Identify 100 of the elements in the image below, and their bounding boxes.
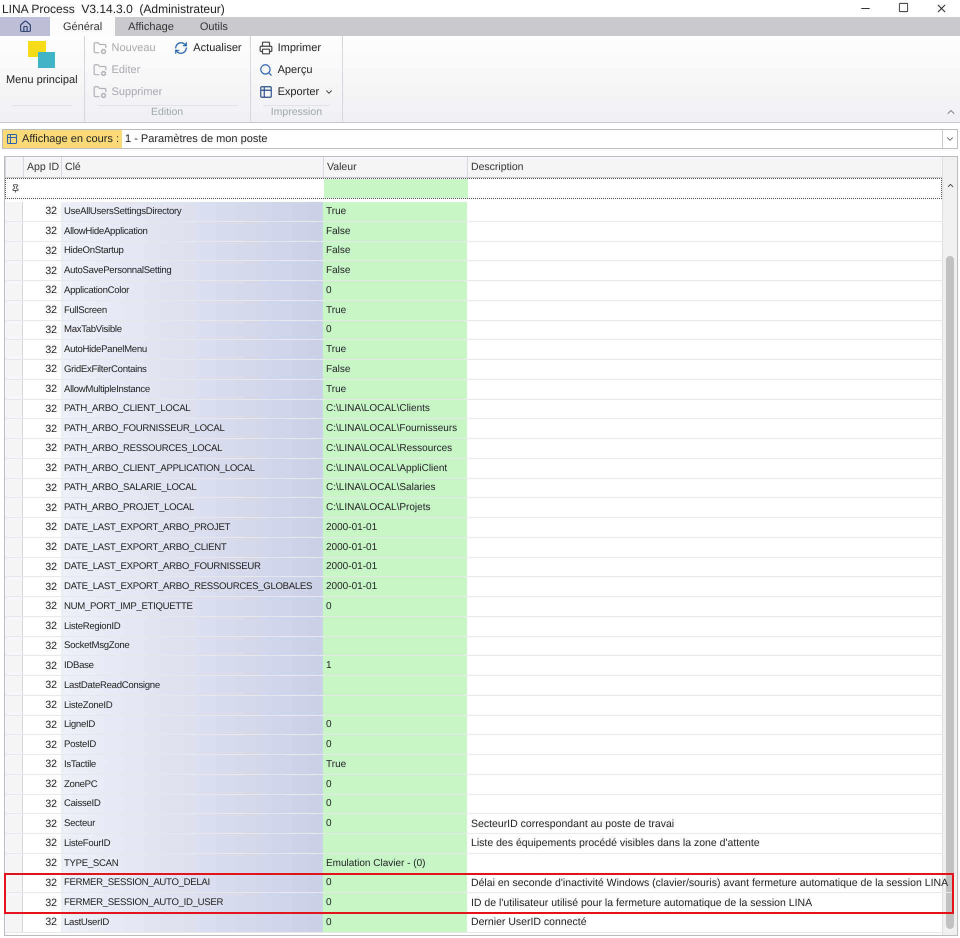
row-header[interactable]: [5, 874, 23, 892]
table-cell: PATH_ARBO_SALARIE_LOCAL: [61, 478, 323, 498]
table-cell: ZonePC: [61, 774, 323, 794]
table-row[interactable]: 32 IDBase 1: [5, 656, 942, 676]
table-cell: LastDateReadConsigne: [61, 676, 323, 695]
refresh-icon: [174, 41, 188, 55]
table-cell-text: Dernier UserID connecté: [470, 915, 588, 930]
table-cell: ApplicationColor: [61, 281, 323, 300]
ribbon-tab[interactable]: Affichage: [115, 17, 187, 36]
table-row[interactable]: 32 FullScreen True: [5, 300, 942, 320]
table-row[interactable]: 32 IsTactile True: [5, 755, 942, 775]
filter-row[interactable]: [5, 178, 942, 199]
table-cell: GridExFilterContains: [61, 360, 323, 379]
table-cell: DATE_LAST_EXPORT_ARBO_PROJET: [61, 518, 323, 537]
table-cell: 0: [323, 774, 467, 794]
table-cell: 2000-01-01: [323, 577, 467, 596]
table-cell-text: 32: [44, 718, 58, 733]
table-row[interactable]: 32 PATH_ARBO_PROJET_LOCAL C:\LINA\LOCAL\Projets: [5, 498, 942, 518]
table-row[interactable]: 32 DATE_LAST_EXPORT_ARBO_FOURNISSEUR 2000-01-01: [5, 558, 942, 578]
row-header[interactable]: [5, 913, 23, 932]
table-cell: C:\LINA\LOCAL\Ressources: [323, 439, 467, 458]
table-row[interactable]: 32 MaxTabVisible 0: [5, 320, 942, 340]
folder-icon: [92, 41, 107, 55]
table-row[interactable]: 32 PATH_ARBO_SALARIE_LOCAL C:\LINA\LOCAL\Salaries: [5, 478, 942, 498]
close-icon[interactable]: [935, 2, 948, 15]
table-row[interactable]: 32 FERMER_SESSION_AUTO_DELAI 0 Délai en seconde d'inactivité Windows (clavier/souris) avant fermeture automatique de la session LINA: [5, 874, 953, 894]
table-cell: True: [323, 340, 467, 359]
table-cell: AutoHidePanelMenu: [61, 340, 323, 359]
table-cell: AllowHideApplication: [61, 222, 323, 240]
table-cell-text: 32: [44, 796, 58, 812]
ribbon-button[interactable]: Aperçu: [254, 60, 338, 80]
ribbon-button[interactable]: Imprimer: [254, 38, 338, 58]
table-cell: FERMER_SESSION_AUTO_ID_USER: [61, 893, 323, 912]
table-row[interactable]: 32 GridExFilterContains False: [5, 360, 942, 380]
printer-icon: [258, 41, 273, 55]
main-menu-button[interactable]: Menu principal: [4, 38, 80, 105]
table-row[interactable]: 32 DATE_LAST_EXPORT_ARBO_CLIENT 2000-01-01: [5, 538, 942, 558]
table-cell: PATH_ARBO_PROJET_LOCAL: [61, 498, 323, 517]
table-cell-text: 32: [44, 480, 58, 496]
table-cell: False: [323, 360, 467, 379]
table-cell: PATH_ARBO_FOURNISSEUR_LOCAL: [61, 419, 323, 438]
table-row[interactable]: 32 PATH_ARBO_FOURNISSEUR_LOCAL C:\LINA\LOCAL\Fournisseurs: [5, 419, 942, 439]
table-cell-text: ID de l'utilisateur utilisé pour la fermeture automatique de la session LINA: [470, 896, 814, 911]
logo-icon: [26, 40, 57, 70]
table-row[interactable]: 32 DATE_LAST_EXPORT_ARBO_RESSOURCES_GLOBALES 2000-01-01: [5, 577, 942, 597]
maximize-icon[interactable]: [898, 2, 909, 13]
table-cell: C:\LINA\LOCAL\Projets: [323, 498, 467, 517]
table-row[interactable]: 32 ListeFourID Liste des équipements procédé visibles dans la zone d'attente: [5, 834, 942, 854]
table-cell-text: 32: [44, 204, 58, 220]
column-header[interactable]: Clé: [61, 157, 323, 177]
table-cell: 0: [323, 735, 467, 754]
table-cell: DATE_LAST_EXPORT_ARBO_CLIENT: [61, 538, 323, 556]
scroll-up-icon[interactable]: [946, 181, 954, 190]
table-row[interactable]: 32 AllowMultipleInstance True: [5, 380, 942, 400]
table-row[interactable]: 32 NUM_PORT_IMP_ETIQUETTE 0: [5, 597, 942, 617]
export-menu-button[interactable]: Exporter: [254, 82, 338, 102]
table-row[interactable]: 32 PATH_ARBO_RESSOURCES_LOCAL C:\LINA\LOCAL\Ressources: [5, 439, 942, 459]
table-row[interactable]: 32 Secteur 0 SecteurID correspondant au poste de travai: [5, 814, 942, 834]
table-row[interactable]: 32 AutoHidePanelMenu True: [5, 340, 942, 360]
table-cell-text: 32: [44, 816, 58, 832]
table-row[interactable]: 32 SocketMsgZone: [5, 636, 942, 656]
table-row[interactable]: 32 ListeZoneID: [5, 696, 942, 716]
table-cell: DATE_LAST_EXPORT_ARBO_FOURNISSEUR: [61, 558, 323, 576]
table-cell: DATE_LAST_EXPORT_ARBO_RESSOURCES_GLOBALES: [61, 577, 323, 596]
row-header[interactable]: [5, 893, 23, 912]
table-row[interactable]: 32 ApplicationColor 0: [5, 281, 942, 301]
column-header[interactable]: Valeur: [323, 157, 467, 177]
table-row[interactable]: 32 LastDateReadConsigne: [5, 676, 942, 696]
table-cell: UseAllUsersSettingsDirectory: [61, 202, 323, 221]
table-row[interactable]: 32 AllowHideApplication False: [5, 222, 942, 242]
table-row[interactable]: 32 PATH_ARBO_CLIENT_APPLICATION_LOCAL C:\LINA\LOCAL\AppliClient: [5, 458, 942, 478]
table-row[interactable]: 32 AutoSavePersonnalSetting False: [5, 261, 942, 281]
table-row[interactable]: 32 PATH_ARBO_CLIENT_LOCAL C:\LINA\LOCAL\Clients: [5, 400, 942, 420]
table-cell-text: 32: [44, 856, 58, 872]
table-cell: LastUserID: [61, 913, 323, 932]
table-row[interactable]: 32 UseAllUsersSettingsDirectory True: [5, 202, 942, 222]
ribbon-tab[interactable]: Outils: [186, 17, 241, 36]
table-cell-text: 32: [44, 322, 58, 338]
table-row[interactable]: 32 LastUserID 0 Dernier UserID connecté: [5, 913, 942, 933]
ribbon-tab[interactable]: Général: [50, 17, 116, 36]
table-row[interactable]: 32 ZonePC 0: [5, 774, 942, 794]
table-cell: True: [323, 300, 467, 320]
table-cell: ListeRegionID: [61, 616, 323, 636]
table-row[interactable]: 32 HideOnStartup False: [5, 242, 942, 262]
column-header[interactable]: App ID: [23, 157, 61, 177]
table-cell: AllowMultipleInstance: [61, 380, 323, 398]
table-row[interactable]: 32 ListeRegionID: [5, 616, 942, 636]
table-cell: True: [323, 755, 467, 774]
search-icon: [258, 63, 273, 77]
table-row[interactable]: 32 TYPE_SCAN Emulation Clavier - (0): [5, 854, 942, 874]
table-row[interactable]: 32 DATE_LAST_EXPORT_ARBO_PROJET 2000-01-01: [5, 518, 942, 538]
table-cell: CaisseID: [61, 794, 323, 814]
table-cell-text: 32: [44, 422, 58, 437]
ribbon-button[interactable]: Actualiser: [170, 38, 246, 58]
table-row[interactable]: 32 FERMER_SESSION_AUTO_ID_USER 0 ID de l'utilisateur utilisé pour la fermeture automatique de la session LINA: [5, 893, 953, 913]
table-row[interactable]: 32 PosteID 0: [5, 735, 942, 755]
table-row[interactable]: 32 LigneID 0: [5, 716, 942, 736]
table-cell-text: 32: [44, 402, 58, 417]
table-row[interactable]: 32 CaisseID 0: [5, 794, 942, 814]
home-tab[interactable]: [0, 17, 50, 36]
